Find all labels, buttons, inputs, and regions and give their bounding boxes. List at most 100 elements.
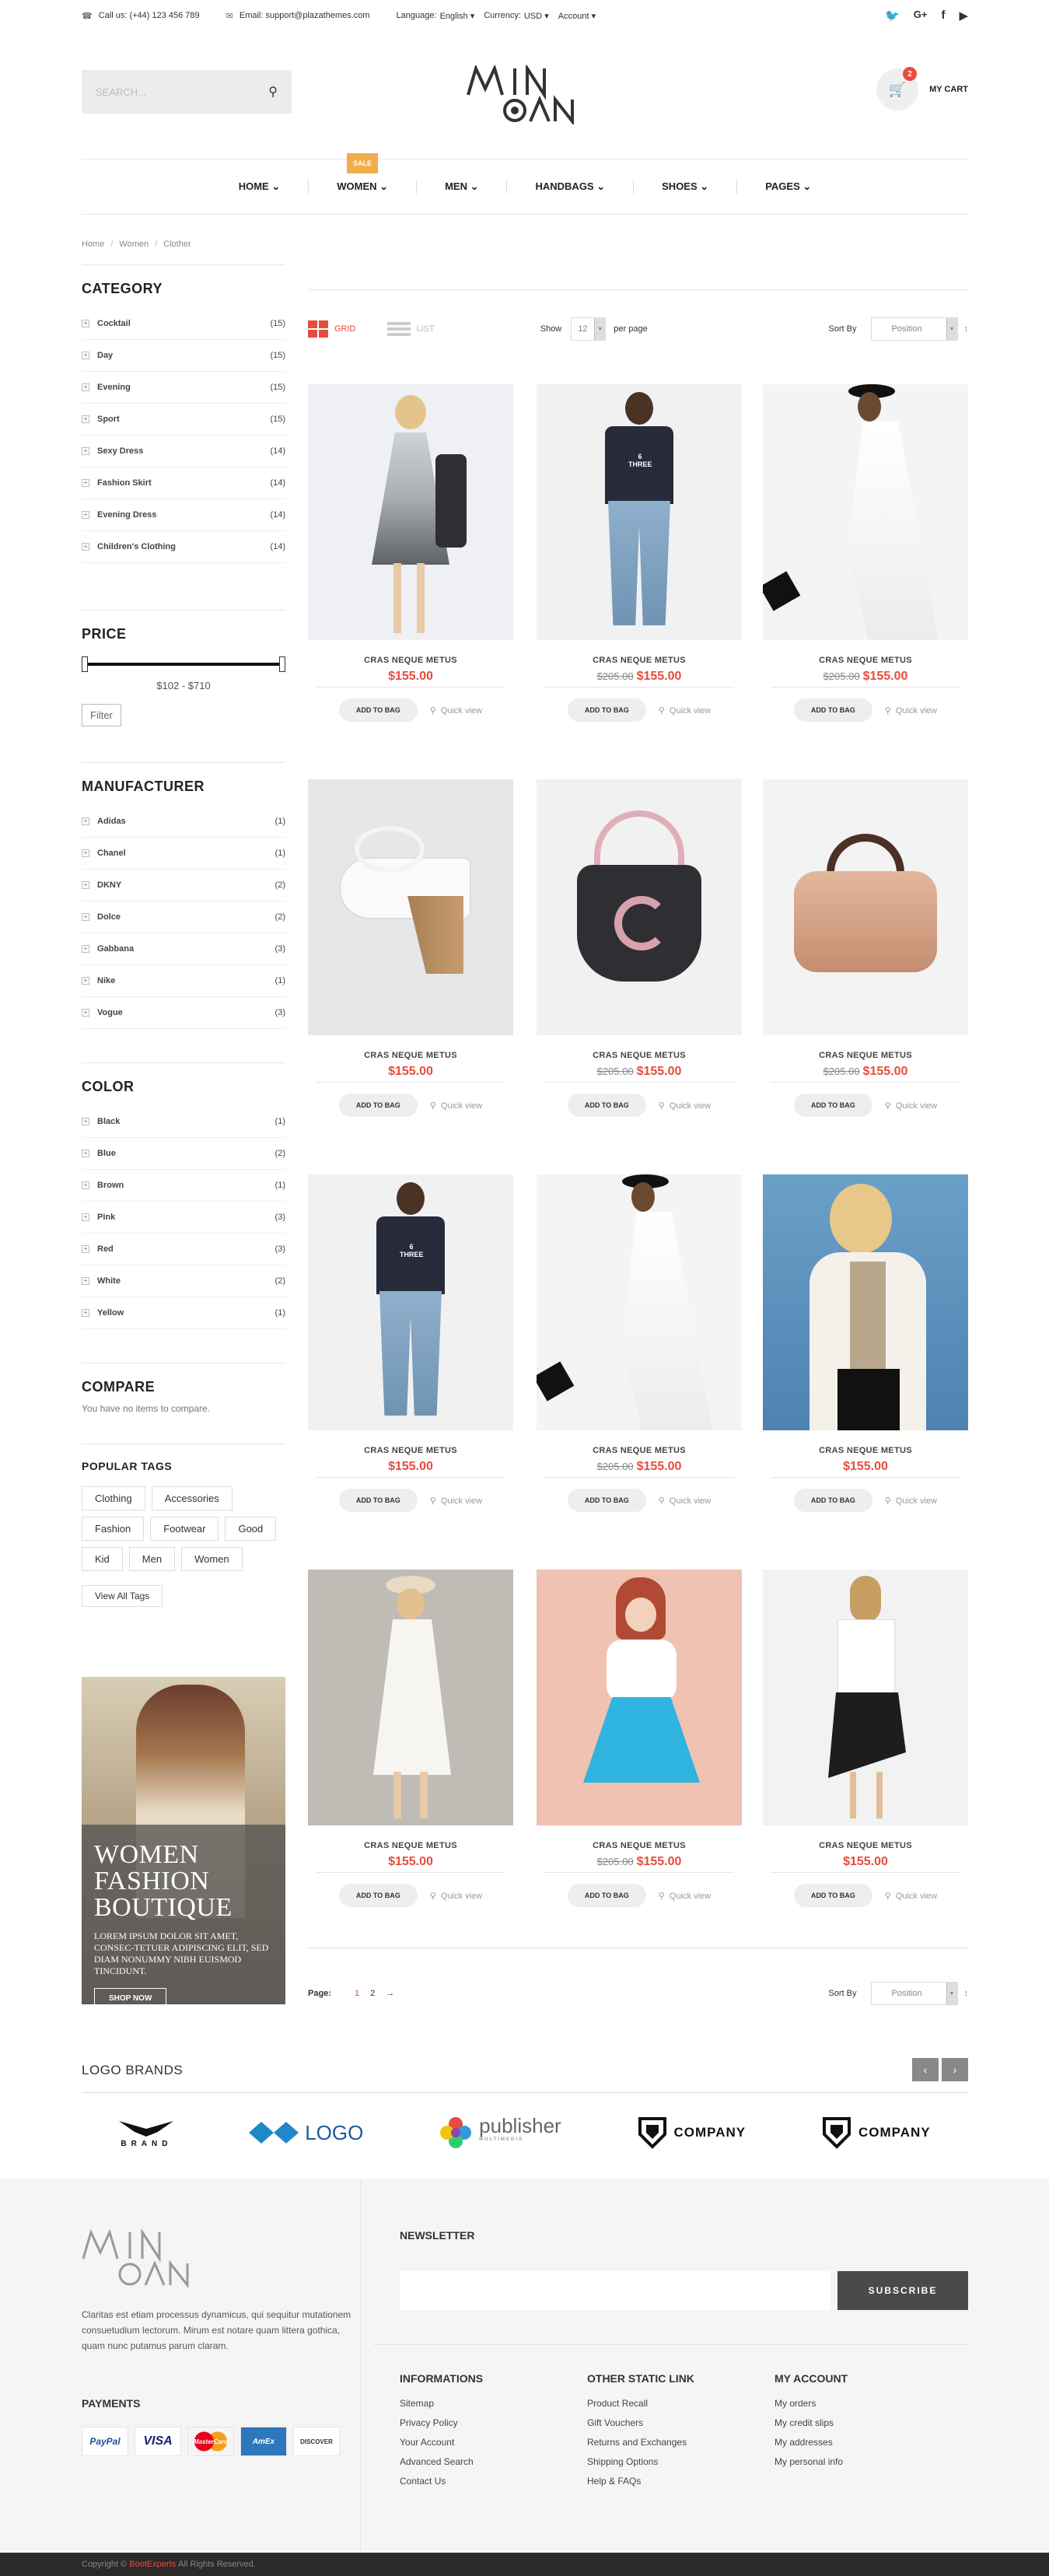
manufacturer-item[interactable]: + Nike (1) xyxy=(82,965,285,997)
grid-view-icon[interactable] xyxy=(308,320,328,338)
search-icon[interactable]: ⚲ xyxy=(268,84,278,100)
chevron-left-icon[interactable]: ‹ xyxy=(912,2058,939,2081)
quick-view-link[interactable]: ⚲ Quick view xyxy=(885,1891,937,1901)
shop-now-button[interactable]: SHOP NOW xyxy=(94,1988,167,2004)
breadcrumb-home[interactable]: Home xyxy=(82,240,104,249)
product-image[interactable] xyxy=(537,1570,742,1825)
brand-logo-5[interactable]: COMPANY xyxy=(821,2116,931,2150)
product-name[interactable]: CRAS NEQUE METUS xyxy=(763,1446,968,1455)
tag-chip[interactable]: Kid xyxy=(82,1547,123,1571)
manufacturer-item[interactable]: + Vogue (3) xyxy=(82,997,285,1029)
footer-link[interactable]: My addresses xyxy=(775,2433,848,2452)
product-image[interactable] xyxy=(537,779,742,1035)
brand-logo-1[interactable]: BRAND xyxy=(119,2118,174,2148)
product-name[interactable]: CRAS NEQUE METUS xyxy=(537,1841,742,1850)
account-menu[interactable]: Account ▾ xyxy=(558,11,596,21)
nav-pages[interactable]: PAGES ⌄ xyxy=(737,180,839,194)
brand-logo-3[interactable]: publisher MULTIMEDIA xyxy=(439,2116,561,2150)
twitter-icon[interactable]: 🐦 xyxy=(885,9,900,23)
add-to-bag-button[interactable]: ADD TO BAG xyxy=(338,1884,418,1907)
product-card[interactable]: CRAS NEQUE METUS $155.00 ADD TO BAG ⚲ Quick… xyxy=(308,1570,513,1907)
brand-logo-2[interactable]: LOGO xyxy=(249,2116,363,2150)
quick-view-link[interactable]: ⚲ Quick view xyxy=(659,1101,711,1111)
manufacturer-item[interactable]: + Adidas (1) xyxy=(82,806,285,838)
nav-shoes[interactable]: SHOES ⌄ xyxy=(634,180,738,194)
add-to-bag-button[interactable]: ADD TO BAG xyxy=(567,1489,646,1512)
product-image[interactable] xyxy=(763,1174,968,1430)
product-image[interactable] xyxy=(763,384,968,640)
footer-link[interactable]: Product Recall xyxy=(587,2394,694,2413)
quick-view-link[interactable]: ⚲ Quick view xyxy=(430,1496,482,1506)
color-item[interactable]: + Blue (2) xyxy=(82,1138,285,1170)
cart-label[interactable]: MY CART xyxy=(929,85,968,94)
footer-link[interactable]: Sitemap xyxy=(400,2394,483,2413)
product-name[interactable]: CRAS NEQUE METUS xyxy=(308,1051,513,1060)
grid-view-label[interactable]: GRID xyxy=(334,324,356,334)
add-to-bag-button[interactable]: ADD TO BAG xyxy=(793,1489,872,1512)
per-page-select[interactable]: 12 ▼ xyxy=(571,317,607,341)
quick-view-link[interactable]: ⚲ Quick view xyxy=(430,1891,482,1901)
page-1-link[interactable]: 1 xyxy=(355,1989,359,1998)
category-item[interactable]: + Cocktail (15) xyxy=(82,308,285,340)
tag-chip[interactable]: Clothing xyxy=(82,1486,145,1510)
price-slider[interactable] xyxy=(82,655,285,674)
currency-select[interactable]: USD ▾ xyxy=(524,11,549,21)
product-image[interactable] xyxy=(537,1174,742,1430)
product-card[interactable]: 6 THREE CRAS NEQUE METUS $205.00 $155.00 ADD … xyxy=(537,384,742,722)
search-input[interactable]: SEARCH... xyxy=(96,86,146,98)
cart-icon[interactable]: 🛒 2 xyxy=(876,67,919,110)
product-name[interactable]: CRAS NEQUE METUS xyxy=(763,1051,968,1060)
category-item[interactable]: + Fashion Skirt (14) xyxy=(82,467,285,499)
product-name[interactable]: CRAS NEQUE METUS xyxy=(308,1446,513,1455)
category-item[interactable]: + Evening Dress (14) xyxy=(82,499,285,531)
footer-logo[interactable] xyxy=(82,2228,198,2290)
subscribe-button[interactable]: SUBSCRIBE xyxy=(837,2271,968,2310)
add-to-bag-button[interactable]: ADD TO BAG xyxy=(338,1489,418,1512)
copyright-brand-link[interactable]: BootExperts xyxy=(129,2560,176,2569)
list-view-label[interactable]: LIST xyxy=(417,324,435,334)
footer-link[interactable]: Privacy Policy xyxy=(400,2413,483,2433)
tag-chip[interactable]: Fashion xyxy=(82,1517,145,1541)
sort-direction-icon[interactable]: ↕ xyxy=(964,1989,969,1998)
product-image[interactable] xyxy=(763,1570,968,1825)
quick-view-link[interactable]: ⚲ Quick view xyxy=(430,1101,482,1111)
product-image[interactable]: 6 THREE xyxy=(308,1174,513,1430)
product-name[interactable]: CRAS NEQUE METUS xyxy=(537,1446,742,1455)
price-slider-min-handle[interactable] xyxy=(82,656,88,672)
quick-view-link[interactable]: ⚲ Quick view xyxy=(659,1496,711,1506)
product-name[interactable]: CRAS NEQUE METUS xyxy=(308,656,513,665)
tag-chip[interactable]: Good xyxy=(225,1517,277,1541)
add-to-bag-button[interactable]: ADD TO BAG xyxy=(338,1094,418,1117)
cart[interactable]: 🛒 2 MY CART xyxy=(876,67,968,110)
category-item[interactable]: + Evening (15) xyxy=(82,372,285,404)
newsletter-email-input[interactable] xyxy=(400,2271,830,2310)
add-to-bag-button[interactable]: ADD TO BAG xyxy=(793,698,872,722)
tag-chip[interactable]: Accessories xyxy=(151,1486,233,1510)
nav-men[interactable]: MEN ⌄ xyxy=(417,180,508,194)
email-text[interactable]: Email: support@plazathemes.com xyxy=(240,11,370,20)
quick-view-link[interactable]: ⚲ Quick view xyxy=(885,1101,937,1111)
add-to-bag-button[interactable]: ADD TO BAG xyxy=(567,1884,646,1907)
add-to-bag-button[interactable]: ADD TO BAG xyxy=(793,1884,872,1907)
brand-logo-4[interactable]: COMPANY xyxy=(637,2116,747,2150)
footer-link[interactable]: Gift Vouchers xyxy=(587,2413,694,2433)
tag-chip[interactable]: Men xyxy=(128,1547,176,1571)
category-item[interactable]: + Sexy Dress (14) xyxy=(82,436,285,467)
add-to-bag-button[interactable]: ADD TO BAG xyxy=(567,698,646,722)
add-to-bag-button[interactable]: ADD TO BAG xyxy=(567,1094,646,1117)
tag-chip[interactable]: Footwear xyxy=(150,1517,219,1541)
product-card[interactable]: CRAS NEQUE METUS $205.00 $155.00 ADD TO BAG… xyxy=(763,779,968,1117)
quick-view-link[interactable]: ⚲ Quick view xyxy=(659,705,711,716)
color-item[interactable]: + Pink (3) xyxy=(82,1202,285,1234)
nav-handbags[interactable]: HANDBAGS ⌄ xyxy=(507,180,635,194)
product-image[interactable] xyxy=(308,779,513,1035)
product-image[interactable] xyxy=(308,1570,513,1825)
color-item[interactable]: + Red (3) xyxy=(82,1234,285,1265)
product-name[interactable]: CRAS NEQUE METUS xyxy=(763,656,968,665)
quick-view-link[interactable]: ⚲ Quick view xyxy=(430,705,482,716)
list-view-icon[interactable] xyxy=(386,322,411,336)
search-box[interactable]: SEARCH... ⚲ xyxy=(82,70,292,114)
sort-select-bottom[interactable]: Position ▼ xyxy=(870,1982,958,2005)
category-item[interactable]: + Children's Clothing (14) xyxy=(82,531,285,563)
product-card[interactable]: CRAS NEQUE METUS $205.00 $155.00 ADD TO BAG… xyxy=(763,384,968,722)
